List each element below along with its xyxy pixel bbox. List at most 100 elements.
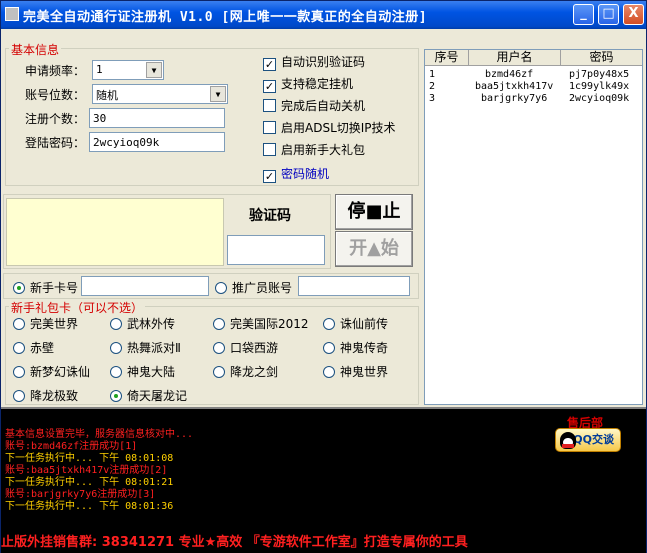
qq-chat-button[interactable]: QQ交谈 bbox=[555, 428, 621, 452]
gift-option[interactable]: 完美国际2012 bbox=[213, 315, 309, 332]
checkbox-icon[interactable] bbox=[263, 143, 276, 156]
gift-label: 完美世界 bbox=[30, 317, 79, 331]
chevron-down-icon[interactable]: ▼ bbox=[146, 62, 162, 78]
gift-option[interactable]: 武林外传 bbox=[110, 315, 175, 332]
option-label: 密码随机 bbox=[281, 167, 330, 181]
cell-username: barjgrky7y6 bbox=[481, 93, 548, 104]
gift-label: 武林外传 bbox=[127, 317, 176, 331]
gift-option[interactable]: 神鬼传奇 bbox=[323, 339, 388, 356]
password-label: 登陆密码： bbox=[25, 136, 86, 150]
digits-select[interactable]: 随机 ▼ bbox=[92, 84, 228, 104]
radio-icon[interactable] bbox=[13, 366, 25, 378]
gift-option[interactable]: 赤壁 bbox=[13, 339, 54, 356]
count-label: 注册个数： bbox=[25, 112, 86, 126]
close-button[interactable]: X bbox=[623, 4, 644, 25]
captcha-label: 验证码 bbox=[249, 208, 291, 224]
cell-index: 3 bbox=[429, 93, 436, 104]
cell-password: 2wcyioq09k bbox=[569, 93, 630, 104]
chevron-down-icon[interactable]: ▼ bbox=[210, 86, 226, 102]
gift-option[interactable]: 神鬼大陆 bbox=[110, 363, 175, 380]
promoter-input[interactable] bbox=[298, 276, 410, 296]
stop-button[interactable]: 停■止 bbox=[335, 194, 413, 230]
table-row[interactable]: 2 baa5jtxkh417v 1c99ylk49x bbox=[425, 81, 642, 93]
gift-option-selected[interactable]: 倚天屠龙记 bbox=[110, 387, 187, 404]
start-button[interactable]: 开▲始 bbox=[335, 231, 413, 267]
option-newbie-gift[interactable]: 启用新手大礼包 bbox=[263, 141, 365, 157]
radio-icon[interactable] bbox=[110, 342, 122, 354]
gift-option[interactable]: 神鬼世界 bbox=[323, 363, 388, 380]
checkbox-checked-icon[interactable]: ✓ bbox=[263, 58, 276, 71]
gift-label: 诛仙前传 bbox=[340, 317, 389, 331]
cell-password: 1c99ylk49x bbox=[569, 81, 630, 92]
gift-label: 神鬼世界 bbox=[340, 365, 389, 379]
digits-value: 随机 bbox=[96, 89, 118, 102]
log-panel[interactable]: 基本信息设置完毕，服务器信息核对中... 账号:bzmd46zf注册成功[1] … bbox=[1, 407, 646, 533]
captcha-input[interactable] bbox=[227, 235, 325, 265]
newbie-card-label: 新手卡号 bbox=[30, 281, 79, 295]
option-auto-captcha[interactable]: ✓ 自动识别验证码 bbox=[263, 53, 366, 71]
radio-icon[interactable] bbox=[323, 318, 335, 330]
column-header[interactable]: 用户名 bbox=[469, 50, 561, 66]
promoter-label: 推广员账号 bbox=[232, 281, 293, 295]
radio-selected-icon[interactable] bbox=[110, 390, 122, 402]
option-label: 支持稳定挂机 bbox=[281, 77, 354, 91]
gift-option[interactable]: 口袋西游 bbox=[213, 339, 278, 356]
cell-username: baa5jtxkh417v bbox=[475, 81, 554, 92]
window-title: 完美全自动通行证注册机 V1.0 [网上唯一一款真正的全自动注册] bbox=[23, 10, 428, 25]
radio-icon[interactable] bbox=[213, 318, 225, 330]
checkbox-checked-icon[interactable]: ✓ bbox=[263, 170, 276, 183]
option-auto-shutdown[interactable]: 完成后自动关机 bbox=[263, 97, 365, 113]
column-header[interactable]: 序号 bbox=[425, 50, 469, 66]
gift-option[interactable]: 新梦幻诛仙 bbox=[13, 363, 90, 380]
app-icon bbox=[5, 7, 19, 21]
radio-icon[interactable] bbox=[323, 342, 335, 354]
radio-icon[interactable] bbox=[13, 390, 25, 402]
cell-index: 1 bbox=[429, 69, 436, 80]
option-label: 启用新手大礼包 bbox=[281, 143, 366, 157]
option-stable-idle[interactable]: ✓ 支持稳定挂机 bbox=[263, 75, 354, 93]
column-header[interactable]: 密码 bbox=[561, 50, 642, 66]
password-input[interactable] bbox=[89, 132, 225, 152]
checkbox-icon[interactable] bbox=[263, 99, 276, 112]
qq-penguin-icon bbox=[560, 432, 576, 449]
table-row[interactable]: 3 barjgrky7y6 2wcyioq09k bbox=[425, 93, 642, 105]
gift-option[interactable]: 降龙极致 bbox=[13, 387, 78, 404]
newbie-card-radio[interactable]: 新手卡号 bbox=[13, 279, 78, 296]
radio-icon[interactable] bbox=[323, 366, 335, 378]
newbie-card-input[interactable] bbox=[81, 276, 209, 296]
gift-option[interactable]: 降龙之剑 bbox=[213, 363, 278, 380]
option-random-password[interactable]: ✓ 密码随机 bbox=[263, 165, 330, 183]
minimize-button[interactable]: _ bbox=[573, 4, 594, 25]
captcha-image bbox=[6, 198, 224, 266]
table-header: 序号 用户名 密码 bbox=[425, 50, 642, 66]
basic-info-legend: 基本信息 bbox=[9, 41, 62, 58]
radio-icon[interactable] bbox=[215, 282, 227, 294]
radio-icon[interactable] bbox=[213, 342, 225, 354]
gift-label: 口袋西游 bbox=[230, 341, 279, 355]
cell-username: bzmd46zf bbox=[485, 69, 534, 80]
option-label: 自动识别验证码 bbox=[281, 55, 366, 69]
table-row[interactable]: 1 bzmd46zf pj7p0y48x5 bbox=[425, 69, 642, 81]
radio-icon[interactable] bbox=[13, 318, 25, 330]
gift-label: 赤壁 bbox=[30, 341, 55, 355]
gift-option[interactable]: 热舞派对Ⅱ bbox=[110, 339, 181, 356]
radio-selected-icon[interactable] bbox=[13, 282, 25, 294]
log-line: 下一任务执行中... 下午 08:01:36 bbox=[5, 501, 174, 512]
title-bar[interactable]: 完美全自动通行证注册机 V1.0 [网上唯一一款真正的全自动注册] _ □ X bbox=[1, 1, 646, 29]
option-adsl-ip[interactable]: 启用ADSL切换IP技术 bbox=[263, 119, 396, 135]
radio-icon[interactable] bbox=[110, 366, 122, 378]
gift-option[interactable]: 完美世界 bbox=[13, 315, 78, 332]
gift-label: 倚天屠龙记 bbox=[127, 389, 188, 403]
radio-icon[interactable] bbox=[13, 342, 25, 354]
count-input[interactable] bbox=[89, 108, 225, 128]
radio-icon[interactable] bbox=[213, 366, 225, 378]
cell-index: 2 bbox=[429, 81, 436, 92]
radio-icon[interactable] bbox=[110, 318, 122, 330]
gift-option[interactable]: 诛仙前传 bbox=[323, 315, 388, 332]
checkbox-checked-icon[interactable]: ✓ bbox=[263, 80, 276, 93]
promoter-radio[interactable]: 推广员账号 bbox=[215, 279, 292, 296]
checkbox-icon[interactable] bbox=[263, 121, 276, 134]
accounts-table[interactable]: 序号 用户名 密码 1 bzmd46zf pj7p0y48x5 2 baa5jt… bbox=[424, 49, 643, 405]
frequency-select[interactable]: 1 ▼ bbox=[92, 60, 164, 80]
maximize-button[interactable]: □ bbox=[598, 4, 619, 25]
